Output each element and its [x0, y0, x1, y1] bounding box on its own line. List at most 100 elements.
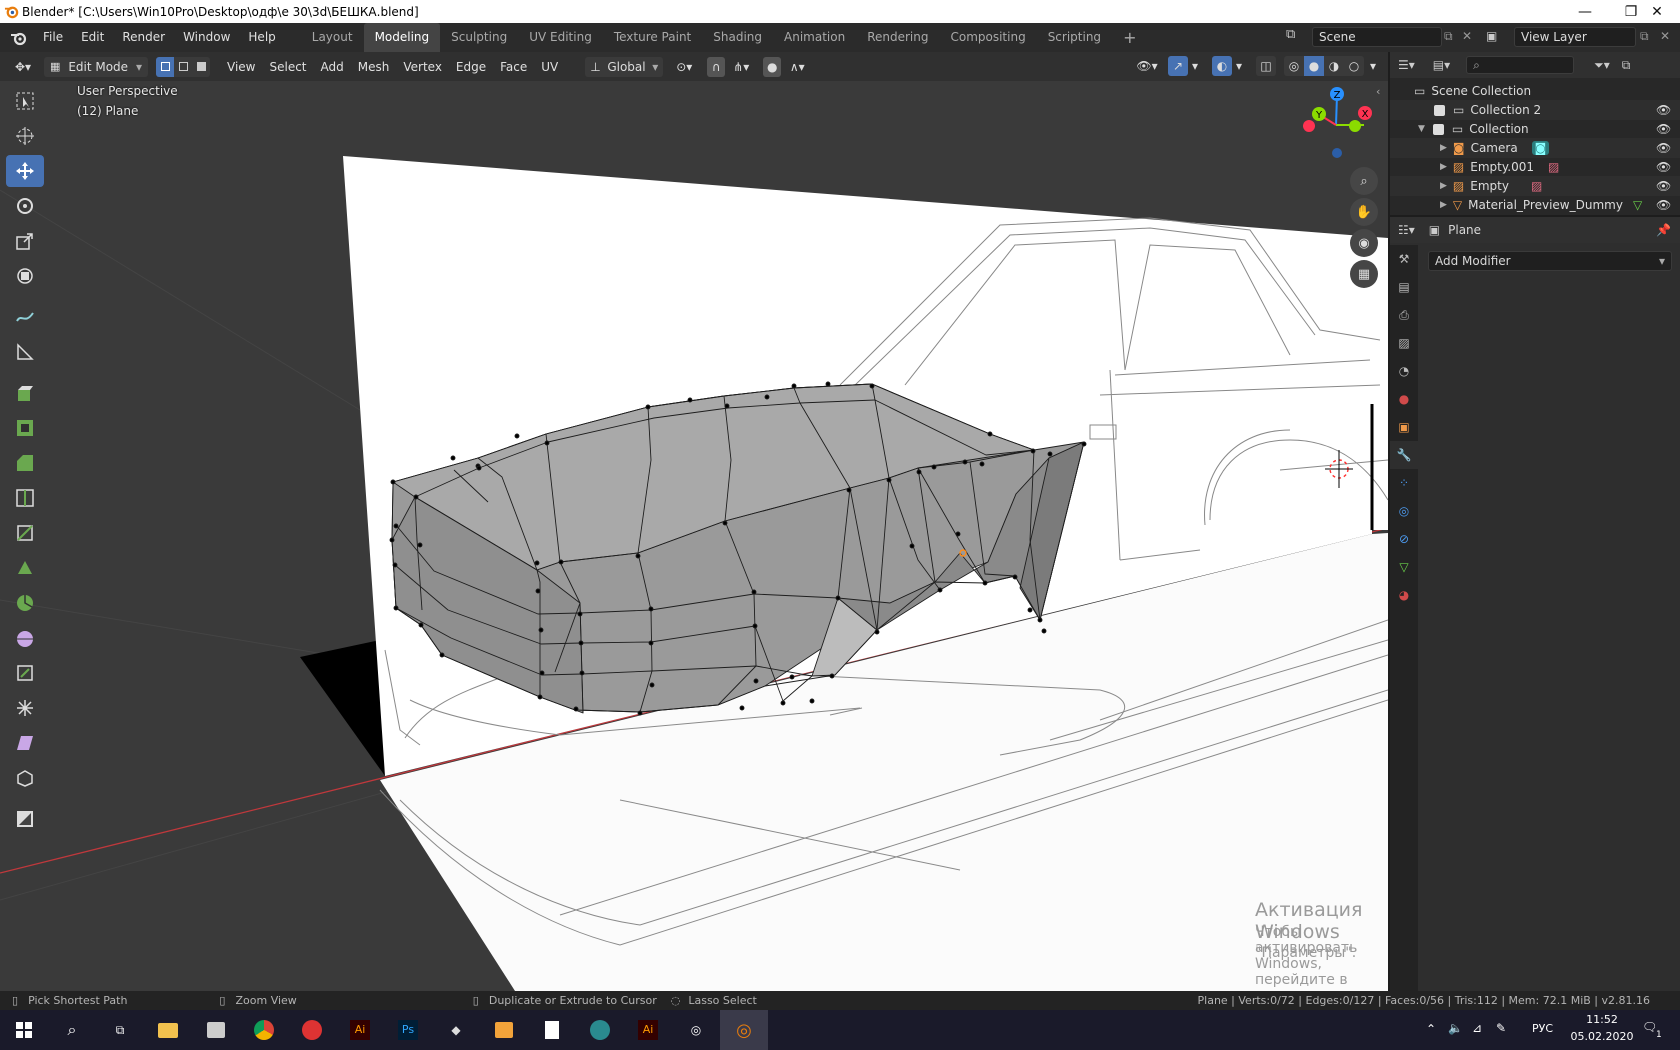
checkbox-icon[interactable] [1434, 104, 1445, 116]
menu-help[interactable]: Help [239, 23, 284, 52]
outliner-root[interactable]: ▭ Scene Collection [1390, 81, 1680, 101]
header-menu-view[interactable]: View [220, 60, 262, 74]
delete-view-layer-icon[interactable]: ✕ [1660, 29, 1670, 43]
xray-toggle-icon[interactable]: ◫ [1256, 56, 1276, 76]
rotate-tool-icon[interactable] [6, 190, 44, 222]
expand-icon[interactable]: ▶ [1440, 200, 1447, 210]
visibility-icon[interactable]: 👁▾ [1132, 56, 1162, 76]
outliner-item-empty-001[interactable]: ▶ ▨ Empty.001 ▨ 👁 [1390, 157, 1680, 177]
tab-scripting[interactable]: Scripting [1037, 23, 1112, 52]
add-workspace-button[interactable]: + [1112, 23, 1147, 52]
scale-tool-icon[interactable] [6, 225, 44, 257]
cursor-tool-icon[interactable] [6, 120, 44, 152]
data-tab-icon[interactable]: ▽ [1390, 553, 1418, 581]
tab-layout[interactable]: Layout [301, 23, 364, 52]
menu-window[interactable]: Window [174, 23, 239, 52]
start-icon[interactable] [0, 1010, 48, 1050]
eye-icon[interactable]: 👁 [1656, 198, 1671, 212]
network-icon[interactable]: ⊿ [1472, 1021, 1482, 1035]
shading-dropdown-icon[interactable]: ▾ [1366, 56, 1380, 76]
snap-target-icon[interactable]: ⋔▾ [727, 57, 755, 77]
menu-edit[interactable]: Edit [72, 23, 113, 52]
minimize-button[interactable]: — [1562, 0, 1608, 23]
navigation-gizmo[interactable]: Z Y X [1296, 85, 1376, 165]
poly-build-tool-icon[interactable] [6, 552, 44, 584]
overlay-toggle-icon[interactable]: ◐ [1212, 56, 1232, 76]
object-tab-icon[interactable]: ▣ [1390, 413, 1418, 441]
modifier-tab-icon[interactable]: 🔧 [1390, 441, 1418, 469]
menu-file[interactable]: File [34, 23, 72, 52]
notifications-icon[interactable]: 🗨 [1642, 1020, 1657, 1034]
app-red-icon[interactable] [288, 1010, 336, 1050]
annotate-tool-icon[interactable] [6, 301, 44, 333]
constraints-tab-icon[interactable]: ⊘ [1390, 525, 1418, 553]
tool-tab-icon[interactable]: ⚒ [1390, 245, 1418, 273]
outliner-item-empty[interactable]: ▶ ▨ Empty ▨ 👁 [1390, 176, 1680, 196]
delete-scene-icon[interactable]: ✕ [1462, 29, 1472, 43]
material-tab-icon[interactable]: ◕ [1390, 581, 1418, 609]
taskbar-search-icon[interactable]: ⌕ [48, 1010, 96, 1050]
pen-icon[interactable]: ✎ [1496, 1021, 1506, 1035]
view-layer-icon[interactable]: ▣ [1486, 29, 1497, 43]
clock-date[interactable]: 05.02.2020 [1566, 1030, 1638, 1043]
outliner-search-input[interactable]: ⌕ [1466, 56, 1575, 74]
new-collection-icon[interactable]: ⧉ [1622, 58, 1631, 73]
select-box-tool-icon[interactable] [6, 85, 44, 117]
filter-icon[interactable]: ⏷▾ [1594, 58, 1610, 73]
header-menu-add[interactable]: Add [314, 60, 351, 74]
loop-cut-tool-icon[interactable] [6, 482, 44, 514]
shrink-fatten-tool-icon[interactable] [6, 692, 44, 724]
expand-icon[interactable]: ▶ [1440, 143, 1447, 153]
blender-menu-icon[interactable] [10, 30, 28, 46]
media-player-icon[interactable] [480, 1010, 528, 1050]
document-icon[interactable] [528, 1010, 576, 1050]
measure-tool-icon[interactable] [6, 336, 44, 368]
move-tool-icon[interactable] [6, 155, 44, 187]
outliner-item-material-preview-dummy[interactable]: ▶ ▽ Material_Preview_Dummy ▽ 👁 [1390, 195, 1680, 215]
outliner-item-collection[interactable]: ▼ ▭ Collection 👁 [1390, 119, 1680, 139]
tab-compositing[interactable]: Compositing [939, 23, 1036, 52]
face-select-button[interactable] [192, 56, 210, 77]
eye-icon[interactable]: 👁 [1656, 122, 1671, 136]
properties-editor-icon[interactable]: ☷▾ [1398, 223, 1415, 237]
illustrator-icon[interactable]: Ai [336, 1010, 384, 1050]
header-menu-select[interactable]: Select [262, 60, 313, 74]
material-shading-icon[interactable]: ◑ [1324, 56, 1344, 76]
view-layer-tab-icon[interactable]: ▨ [1390, 329, 1418, 357]
store-icon[interactable] [192, 1010, 240, 1050]
physics-tab-icon[interactable]: ◎ [1390, 497, 1418, 525]
language-indicator[interactable]: РУС [1532, 1022, 1553, 1035]
transform-tool-icon[interactable] [6, 260, 44, 292]
tab-animation[interactable]: Animation [773, 23, 856, 52]
close-window-button[interactable]: ✕ [1634, 0, 1680, 23]
shear-tool-icon[interactable] [6, 727, 44, 759]
eye-icon[interactable]: 👁 [1656, 141, 1671, 155]
chrome-icon[interactable] [240, 1010, 288, 1050]
knife-tool-icon[interactable] [6, 517, 44, 549]
output-tab-icon[interactable]: ⎙ [1390, 301, 1418, 329]
expand-icon[interactable]: ▼ [1418, 124, 1425, 134]
camera-view-icon[interactable]: ◉ [1350, 229, 1378, 257]
volume-icon[interactable]: 🔈 [1448, 1021, 1463, 1035]
snap-toggle-icon[interactable]: ∩ [707, 56, 726, 77]
illustrator-2-icon[interactable]: Ai [624, 1010, 672, 1050]
inkscape-icon[interactable]: ◆ [432, 1010, 480, 1050]
mode-dropdown[interactable]: ▦ Edit Mode ▾ [44, 56, 148, 77]
tab-shading[interactable]: Shading [702, 23, 773, 52]
zoom-icon[interactable]: ⌕ [1350, 167, 1378, 195]
expand-icon[interactable]: ▶ [1440, 181, 1447, 191]
overlay-dropdown-icon[interactable]: ▾ [1232, 56, 1246, 76]
eye-icon[interactable]: 👁 [1656, 179, 1671, 193]
header-menu-vertex[interactable]: Vertex [396, 60, 449, 74]
scene-field[interactable]: Scene [1312, 27, 1442, 47]
tool-settings-icon[interactable] [6, 803, 44, 835]
blender-active-task-icon[interactable]: ◎ [720, 1010, 768, 1050]
header-menu-uv[interactable]: UV [534, 60, 565, 74]
expand-icon[interactable]: ▶ [1440, 162, 1447, 172]
edge-slide-tool-icon[interactable] [6, 657, 44, 689]
new-view-layer-icon[interactable]: ⧉ [1640, 29, 1649, 44]
pan-hand-icon[interactable]: ✋ [1350, 198, 1378, 226]
blender-task-icon[interactable]: ◎ [672, 1010, 720, 1050]
edge-select-button[interactable] [174, 56, 192, 77]
new-scene-icon[interactable]: ⧉ [1444, 29, 1453, 44]
